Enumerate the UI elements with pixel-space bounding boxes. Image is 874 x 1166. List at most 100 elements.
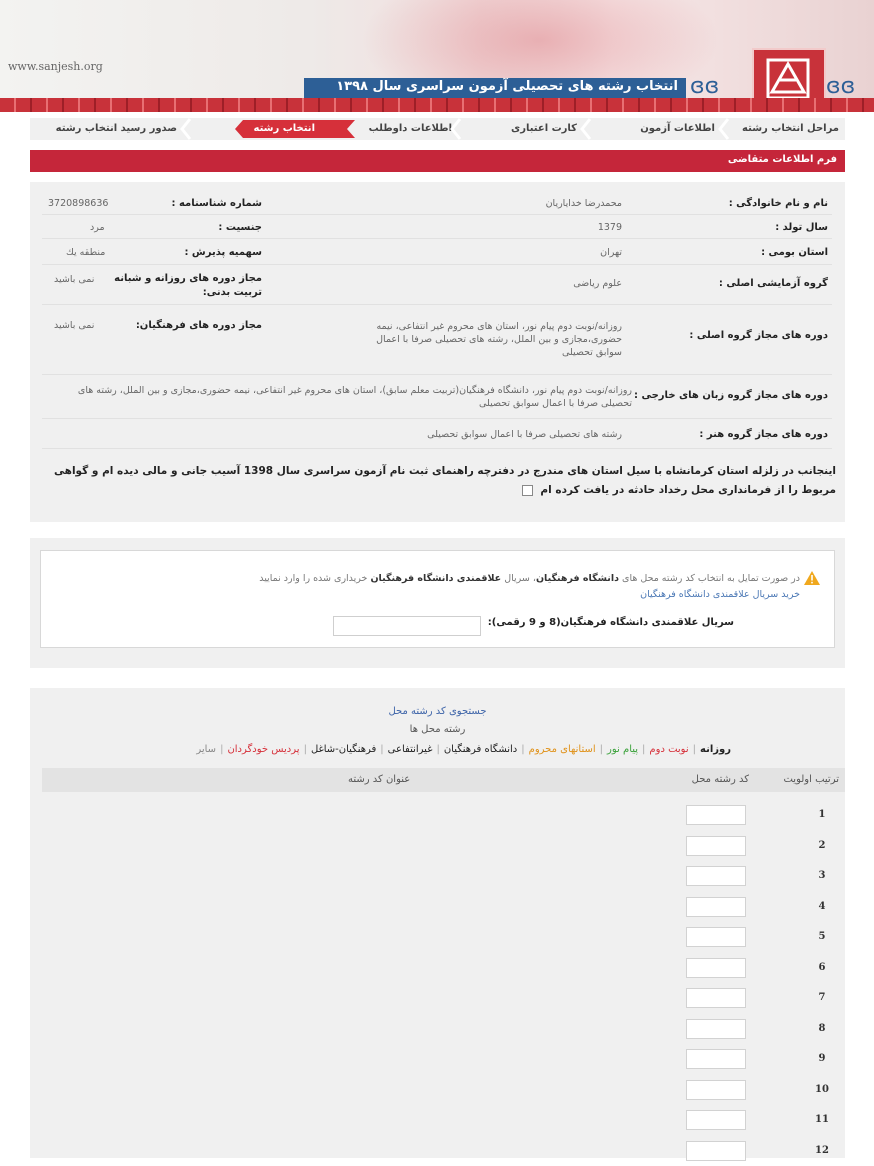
alert-message: در صورت تمایل به انتخاب کد رشته محل های … [60, 573, 800, 584]
step-candidate-info[interactable]: اطلاعات داوطلب [369, 118, 452, 140]
header-ornament-strip [0, 98, 874, 112]
serial-label: سریال علاقمندی دانشگاه فرهنگیان(8 و 9 رق… [487, 617, 734, 628]
buy-serial-link[interactable]: خرید سریال علاقمندی دانشگاه فرهنگیان [640, 589, 800, 600]
table-row: 8 [42, 1016, 845, 1044]
earthquake-notice-text: اینجانب در زلزله استان کرمانشاه با سیل ا… [54, 465, 836, 496]
majors-panel: جستجوی کد رشته محل رشته محل ها روزانه | نو… [30, 688, 845, 1161]
major-code-input[interactable] [686, 866, 746, 886]
farhangian-serial-panel: در صورت تمایل به انتخاب کد رشته محل های … [30, 538, 845, 668]
farhangian-label: مجاز دوره های فرهنگیان: [135, 320, 262, 331]
serial-input[interactable] [333, 616, 481, 636]
filter-deprived-provinces[interactable]: استانهای محروم [527, 744, 598, 755]
major-code-input[interactable] [686, 835, 746, 856]
art-group-label: دوره های مجاز گروه هنر : [699, 429, 828, 440]
steps-nav: مراحل انتخاب رشته اطلاعات آزمون کارت اعت… [30, 118, 845, 140]
filter-other[interactable]: سایر [194, 744, 218, 755]
filter-self-governing[interactable]: پردیس خودگردان [225, 744, 301, 755]
daynight-label: مجاز دوره های روزانه و شبانه تربیت بدنی: [114, 273, 262, 298]
major-code-input[interactable] [686, 1140, 746, 1161]
name-value: محمدرضا خدایاریان [545, 198, 622, 209]
quota-value: منطقه یك [66, 247, 106, 258]
chevron-left-icon [718, 118, 730, 140]
logo-icon [766, 58, 810, 98]
step-exam-info[interactable]: اطلاعات آزمون [640, 118, 715, 140]
major-code-input[interactable] [686, 1018, 746, 1039]
table-row: 9 [42, 1046, 845, 1074]
chevron-left-icon [450, 118, 462, 140]
alert-box: در صورت تمایل به انتخاب کد رشته محل های … [40, 550, 835, 648]
gender-label: جنسیت : [218, 222, 262, 233]
table-row: 1 [42, 802, 845, 830]
foreign-lang-value: روزانه/نوبت دوم پیام نور، دانشگاه فرهنگی… [77, 385, 632, 409]
page-title: انتخاب رشته های تحصیلی آزمون سراسری سال … [336, 79, 678, 94]
course-filters: روزانه|نوبت دوم|پیام نور|استانهای محروم|… [194, 744, 733, 755]
major-code-input[interactable] [686, 896, 746, 917]
earthquake-checkbox[interactable] [521, 484, 533, 496]
applicant-info-panel: نام و نام خانوادگی : محمدرضا خدایاریان ش… [30, 182, 845, 522]
table-row: 10 [42, 1077, 845, 1105]
foreign-lang-label: دوره های مجاز گروه زبان های خارجی : [634, 390, 828, 401]
birth-year-value: 1379 [597, 222, 622, 233]
table-row: 6 [42, 955, 845, 983]
priority-number: 1 [818, 809, 826, 820]
alert-text-part: ، سریال [504, 573, 536, 584]
major-code-input[interactable] [686, 927, 746, 947]
chevron-left-icon [180, 118, 192, 140]
info-row: سال تولد : 1379 جنسیت : مرد [42, 214, 832, 239]
search-major-code-link[interactable]: جستجوی کد رشته محل [30, 706, 845, 717]
major-code-input[interactable] [686, 1079, 746, 1100]
filter-farhangian[interactable]: دانشگاه فرهنگیان [442, 744, 519, 755]
id-value: 3720898636 [48, 198, 109, 209]
info-row: نام و نام خانوادگی : محمدرضا خدایاریان ش… [42, 190, 832, 215]
site-url: www.sanjesh.org [8, 60, 103, 73]
art-group-value: رشته های تحصیلی صرفا با اعمال سوابق تحصی… [427, 429, 622, 440]
alert-bold-serial: علاقمندی دانشگاه فرهنگیان [370, 573, 502, 584]
form-header-title: فرم اطلاعات متقاضی [727, 154, 837, 165]
priority-number: 3 [818, 870, 826, 881]
form-header: فرم اطلاعات متقاضی [30, 150, 845, 172]
alert-text-part: در صورت تمایل به انتخاب کد رشته محل های [622, 573, 800, 584]
majors-subtitle: رشته محل ها [409, 724, 466, 735]
ornament-curl-icon: ɞɞ [826, 74, 856, 98]
priority-number: 5 [818, 931, 826, 942]
table-row: 12 [42, 1138, 845, 1166]
birth-year-label: سال تولد : [775, 222, 828, 233]
filter-daytime[interactable]: روزانه [698, 744, 733, 755]
major-code-input[interactable] [686, 1110, 746, 1130]
filter-payam-noor[interactable]: پیام نور [605, 744, 640, 755]
col-title: عنوان کد رشته [348, 774, 411, 785]
step-receipt[interactable]: صدور رسید انتخاب رشته [56, 118, 177, 140]
table-row: 7 [42, 985, 845, 1013]
step-major-selection[interactable]: انتخاب رشته [254, 118, 316, 140]
major-code-input[interactable] [686, 1049, 746, 1069]
major-code-input[interactable] [686, 957, 746, 978]
filter-separator: | [436, 744, 440, 755]
major-code-input[interactable] [686, 988, 746, 1008]
table-row: 5 [42, 924, 845, 952]
step-credit-card[interactable]: کارت اعتباری [511, 118, 577, 140]
main-courses-label: دوره های مجاز گروه اصلی : [689, 330, 828, 341]
table-row: 3 [42, 863, 845, 891]
step-selection-stages[interactable]: مراحل انتخاب رشته [742, 118, 839, 140]
priority-number: 8 [818, 1022, 826, 1034]
priority-number: 10 [815, 1083, 829, 1095]
ornament-curl-icon: ɞɞ [690, 74, 720, 98]
major-code-input[interactable] [686, 805, 746, 825]
filter-non-profit[interactable]: غیرانتفاعی [386, 744, 435, 755]
alert-bold-university: دانشگاه فرهنگیان [535, 573, 619, 584]
table-row: 2 [42, 833, 845, 861]
filter-farhangian-employed[interactable]: فرهنگیان-شاغل [309, 744, 378, 755]
filter-separator: | [303, 744, 307, 755]
filter-separator: | [599, 744, 604, 755]
warning-icon [804, 571, 820, 585]
priority-number: 7 [818, 992, 826, 1003]
sanjesh-logo [752, 48, 826, 98]
filter-second-shift[interactable]: نوبت دوم [647, 744, 690, 755]
priority-number: 4 [818, 900, 826, 912]
priority-number: 2 [818, 839, 826, 851]
title-bar: انتخاب رشته های تحصیلی آزمون سراسری سال … [304, 78, 686, 98]
daynight-value: نمی باشید [54, 274, 95, 285]
main-group-value: علوم ریاضی [573, 278, 622, 289]
col-code: کد رشته محل [691, 774, 749, 785]
info-row: گروه آزمایشی اصلی : علوم ریاضی مجاز دوره… [42, 264, 832, 305]
